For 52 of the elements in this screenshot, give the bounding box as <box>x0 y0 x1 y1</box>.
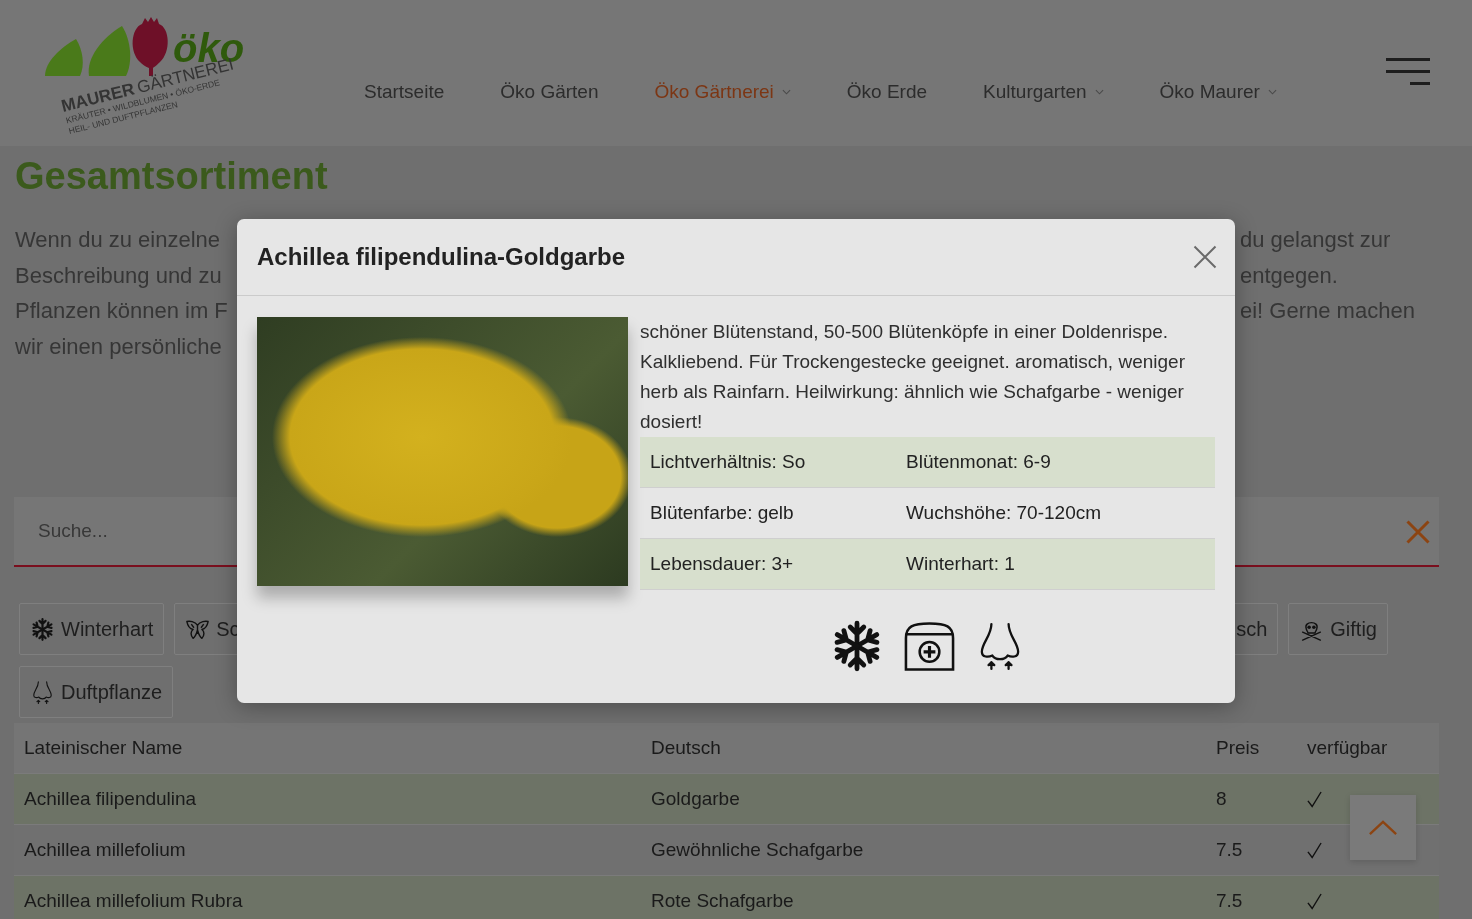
table-row[interactable]: Achillea filipendulina Goldgarbe 8 <box>14 773 1439 824</box>
table-cell: Gewöhnliche Schafgarbe <box>651 839 864 861</box>
table-cell: 8 <box>1216 788 1227 810</box>
medicine-box-icon <box>903 620 956 672</box>
table-cell: Achillea millefolium <box>24 839 186 861</box>
table-row[interactable]: Achillea millefolium Rubra Rote Schafgarbe 7.5 <box>14 875 1439 919</box>
menu-icon[interactable] <box>1386 58 1430 85</box>
leaf-icon <box>45 39 83 76</box>
snowflake-icon <box>834 620 880 672</box>
table-cell: 7.5 <box>1216 890 1243 912</box>
nav-link[interactable]: Kulturgarten <box>983 75 1104 109</box>
chevron-up-icon <box>1368 819 1398 836</box>
table-cell: Goldgarbe <box>651 788 740 810</box>
nav-link[interactable]: Öko Maurer <box>1159 75 1277 109</box>
table-cell: Achillea filipendulina <box>24 788 197 810</box>
filter-button[interactable]: Giftig <box>1288 603 1388 655</box>
intro-text: entgegen. <box>1240 261 1338 290</box>
intro-text: Pflanzen können im F <box>15 297 228 325</box>
intro-text: Wenn du zu einzelne <box>15 226 221 254</box>
table-cell: Lebensdauer: 3+ <box>650 553 794 575</box>
table-cell: Blütenmonat: 6-9 <box>906 451 1051 473</box>
nav-link[interactable]: Startseite <box>364 75 445 109</box>
close-button[interactable] <box>1193 245 1217 269</box>
table-cell: Wuchshöhe: 70-120cm <box>906 502 1102 524</box>
table-cell: 7.5 <box>1216 839 1243 861</box>
table-cell: Blütenfarbe: gelb <box>650 502 794 524</box>
table-cell: Rote Schafgarbe <box>651 890 794 912</box>
filter-button[interactable]: Winterhart <box>19 603 165 655</box>
column-header[interactable]: Deutsch <box>651 737 721 759</box>
nav-link[interactable]: Öko Gärten <box>500 75 599 109</box>
table-cell: Lichtverhältnis: So <box>650 451 806 473</box>
plant-description: schöner Blütenstand, 50-500 Blütenköpfe in einer Doldenrispe. Kalkliebend. Für Trockengestecke geeignet. aromatisch, weniger herb als Rainfarn. Heilwirkung: ähnlich wie Schafgarbe - weniger dosiert! <box>640 320 1186 434</box>
intro-text: Beschreibung und zu <box>15 261 222 290</box>
intro-text: ei! Gerne machen <box>1240 297 1415 325</box>
nav-link[interactable]: Öko Erde <box>846 75 928 109</box>
filter-button[interactable]: Duftpflanze <box>19 666 174 718</box>
nav-link[interactable]: Öko Gärtnerei <box>654 75 791 109</box>
table-cell: Achillea millefolium Rubra <box>24 890 243 912</box>
intro-text: du gelangst zur <box>1240 226 1391 254</box>
intro-text: wir einen persönliche <box>15 332 222 361</box>
table-cell: Winterhart: 1 <box>906 553 1015 575</box>
leaf-icon <box>88 26 131 76</box>
page-title: Gesamtsortiment <box>15 155 328 197</box>
snowflake-icon <box>31 617 54 641</box>
column-header[interactable]: verfügbar <box>1307 737 1388 759</box>
close-icon <box>1193 245 1217 269</box>
nose-icon <box>979 621 1021 671</box>
nose-icon <box>31 680 54 704</box>
close-icon <box>1406 520 1430 544</box>
column-header[interactable]: Preis <box>1216 737 1260 759</box>
modal-title: Achillea filipendulina-Goldgarbe <box>257 243 626 271</box>
column-header[interactable]: Lateinischer Name <box>24 737 183 759</box>
